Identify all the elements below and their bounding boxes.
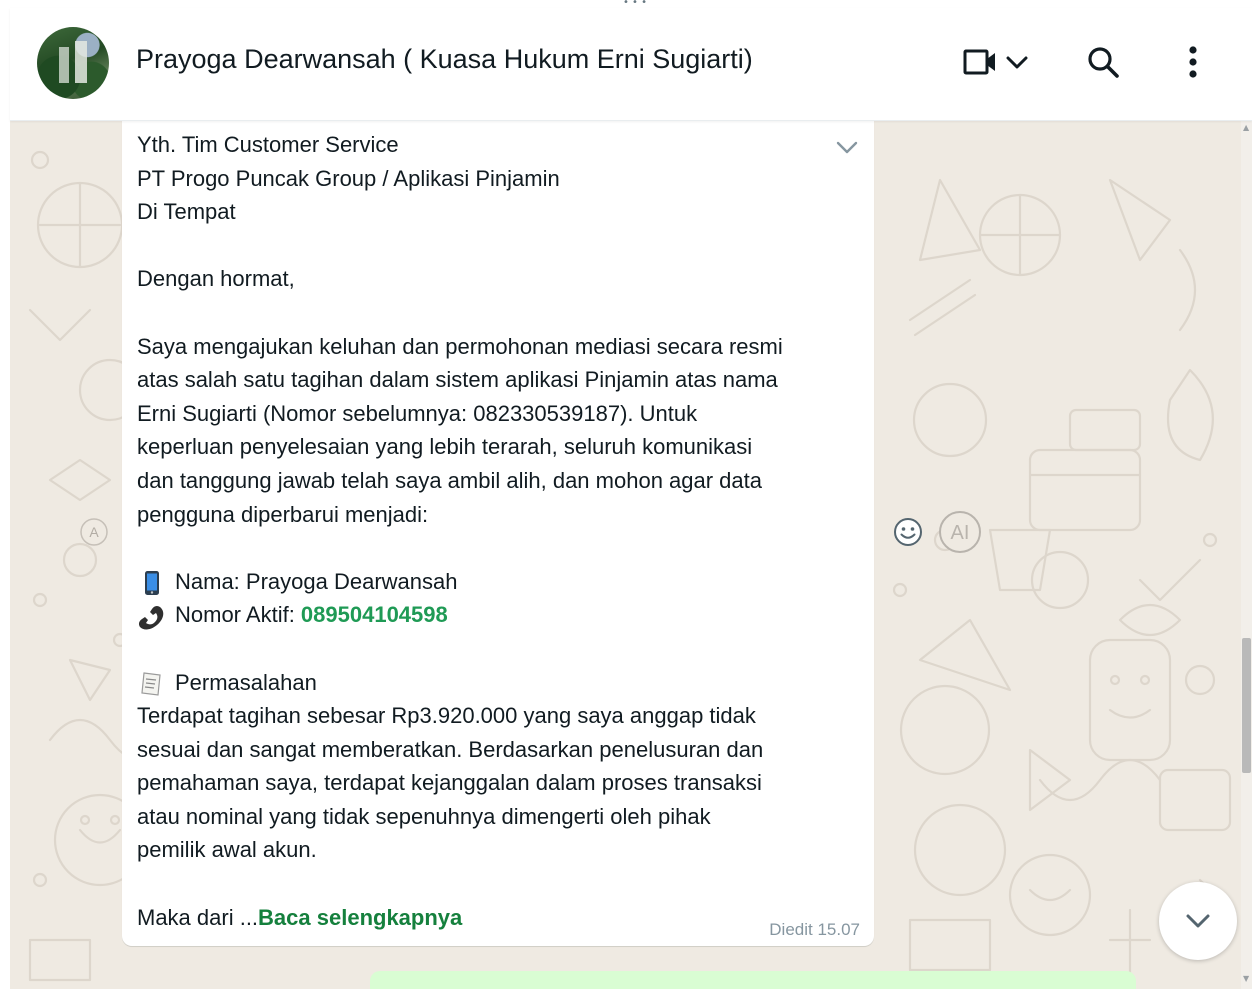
message-line: dan tanggung jawab telah saya ambil alih…: [137, 467, 763, 493]
name-line: Nama: Prayoga Dearwansah: [137, 565, 862, 599]
scrollbar-thumb[interactable]: [1242, 638, 1251, 773]
message-line: atas salah satu tagihan dalam sistem apl…: [137, 367, 778, 393]
message-line: sesuai dan sangat memberatkan. Berdasark…: [137, 736, 764, 762]
message-line: Di Tempat: [137, 199, 236, 225]
message-text: Yth. Tim Customer Service PT Progo Punca…: [137, 128, 862, 934]
phone-line: Nomor Aktif: 089504104598: [137, 598, 862, 632]
chevron-down-icon: [1186, 914, 1210, 928]
avatar[interactable]: [37, 27, 109, 99]
scroll-to-bottom-button[interactable]: [1159, 882, 1237, 960]
message-line: Saya mengajukan keluhan dan permohonan m…: [137, 333, 783, 359]
contact-name[interactable]: Prayoga Dearwansah ( Kuasa Hukum Erni Su…: [136, 44, 753, 75]
sender-initial-badge: A: [80, 518, 108, 546]
scrollbar-track[interactable]: [1241, 120, 1252, 989]
message-line: pemilik awal akun.: [137, 837, 317, 863]
more-vert-icon: [1189, 46, 1197, 78]
menu-button[interactable]: [1168, 38, 1218, 86]
issue-heading-line: Permasalahan: [137, 666, 862, 700]
issue-heading: Permasalahan: [175, 669, 317, 695]
message-tail: Maka dari ...: [137, 904, 259, 930]
phone-label: Nomor Aktif:: [175, 602, 301, 628]
chat-header: Prayoga Dearwansah ( Kuasa Hukum Erni Su…: [10, 8, 1252, 121]
chevron-down-icon: [1006, 56, 1028, 69]
ai-icon: AI: [939, 511, 981, 553]
message-line: PT Progo Puncak Group / Aplikasi Pinjami…: [137, 165, 560, 191]
svg-text:AI: AI: [951, 522, 970, 544]
scroll-up-arrow-icon[interactable]: ▲: [1243, 124, 1251, 132]
next-message-bubble-edge: [370, 971, 1136, 989]
window-grip: • • •: [622, 0, 648, 8]
message-line: Yth. Tim Customer Service: [137, 132, 399, 157]
receipt-icon: [141, 672, 161, 696]
message-line: Terdapat tagihan sebesar Rp3.920.000 yan…: [137, 703, 756, 729]
smiley-icon: [894, 518, 922, 546]
message-timestamp: Diedit 15.07: [769, 920, 860, 939]
message-bubble[interactable]: Yth. Tim Customer Service PT Progo Punca…: [122, 120, 874, 946]
message-tail-line: Maka dari ...Baca selengkapnya: [137, 901, 862, 935]
name-line-text: Nama: Prayoga Dearwansah: [175, 568, 458, 594]
svg-text:A: A: [89, 524, 99, 540]
telephone-receiver-icon: [138, 605, 164, 629]
phone-number-link[interactable]: 089504104598: [301, 602, 448, 627]
message-line: Erni Sugiarti (Nomor sebelumnya: 0823305…: [137, 400, 698, 426]
read-more-link[interactable]: Baca selengkapnya: [258, 905, 462, 930]
ai-button[interactable]: AI: [937, 509, 983, 555]
search-icon: [1088, 47, 1119, 78]
message-line: pengguna diperbarui menjadi:: [137, 501, 429, 527]
video-call-button[interactable]: [956, 38, 1038, 86]
message-line: Dengan hormat,: [137, 266, 295, 292]
emoji-reaction-button[interactable]: [890, 514, 926, 550]
search-button[interactable]: [1078, 38, 1128, 86]
message-line: atau nominal yang tidak sepenuhnya dimen…: [137, 803, 711, 829]
message-line: pemahaman saya, terdapat kejanggalan dal…: [137, 770, 762, 796]
message-line: keperluan penyelesaian yang lebih terara…: [137, 434, 753, 460]
mobile-phone-icon: [145, 570, 159, 595]
scroll-down-arrow-icon[interactable]: ▼: [1243, 975, 1251, 983]
video-call-icon: [963, 49, 995, 75]
